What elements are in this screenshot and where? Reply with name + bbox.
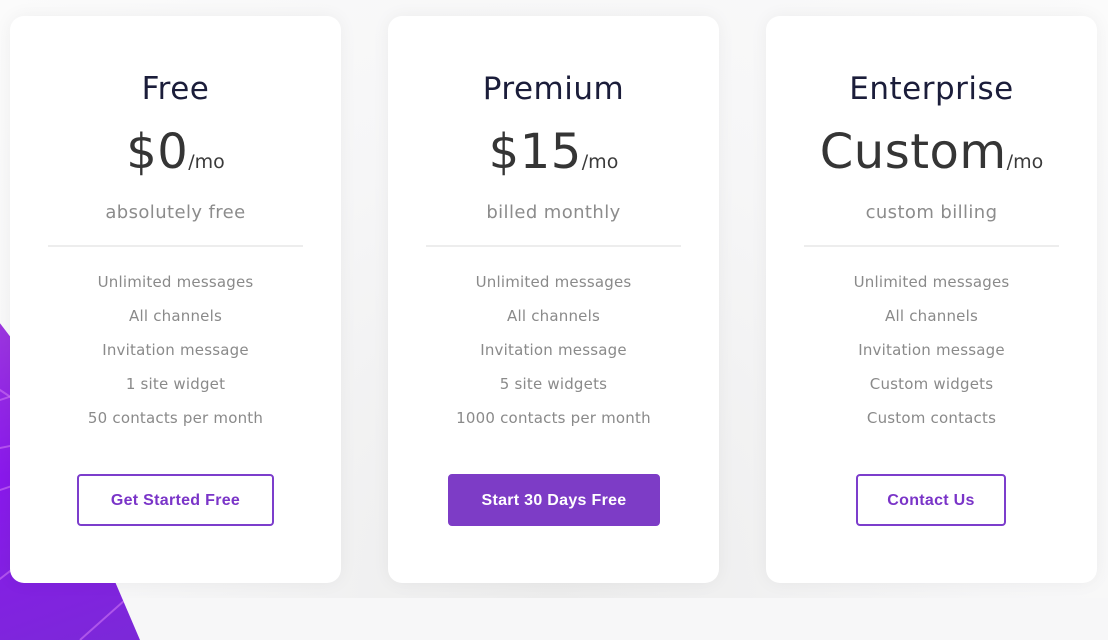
feature-item: All channels (507, 307, 600, 325)
start-trial-button[interactable]: Start 30 Days Free (448, 474, 660, 526)
feature-item: Invitation message (102, 341, 249, 359)
feature-item: All channels (885, 307, 978, 325)
feature-item: 1000 contacts per month (456, 409, 651, 427)
plan-name: Free (141, 71, 210, 107)
pricing-card-enterprise: Enterprise Custom/mo custom billing Unli… (766, 16, 1097, 583)
feature-item: 1 site widget (125, 375, 226, 393)
plan-price: $15/mo (388, 124, 719, 180)
billing-note: absolutely free (105, 202, 246, 223)
billing-note: billed monthly (486, 202, 621, 223)
plan-price: $0/mo (10, 124, 341, 180)
feature-list: Unlimited messages All channels Invitati… (766, 271, 1097, 441)
feature-item: Invitation message (480, 341, 627, 359)
divider (804, 245, 1059, 247)
price-amount: $0 (126, 124, 189, 180)
pricing-card-premium: Premium $15/mo billed monthly Unlimited … (388, 16, 719, 583)
price-amount: $15 (488, 124, 582, 180)
feature-item: Unlimited messages (475, 273, 632, 291)
plan-name: Premium (482, 71, 625, 107)
divider (426, 245, 681, 247)
feature-item: Unlimited messages (853, 273, 1010, 291)
feature-item: 5 site widgets (499, 375, 608, 393)
billing-note: custom billing (865, 202, 998, 223)
price-period: /mo (581, 151, 619, 173)
feature-item: 50 contacts per month (87, 409, 264, 427)
divider (48, 245, 303, 247)
pricing-card-free: Free $0/mo absolutely free Unlimited mes… (10, 16, 341, 583)
plan-name: Enterprise (849, 71, 1014, 107)
get-started-free-button[interactable]: Get Started Free (77, 474, 274, 526)
price-amount: Custom (819, 124, 1007, 180)
feature-item: Unlimited messages (97, 273, 254, 291)
feature-item: Custom widgets (869, 375, 994, 393)
price-period: /mo (1006, 151, 1044, 173)
plan-price: Custom/mo (766, 124, 1097, 180)
feature-item: Custom contacts (866, 409, 997, 427)
feature-list: Unlimited messages All channels Invitati… (388, 271, 719, 441)
feature-list: Unlimited messages All channels Invitati… (10, 271, 341, 441)
feature-item: Invitation message (858, 341, 1005, 359)
feature-item: All channels (129, 307, 222, 325)
contact-us-button[interactable]: Contact Us (856, 474, 1006, 526)
price-period: /mo (188, 151, 225, 173)
